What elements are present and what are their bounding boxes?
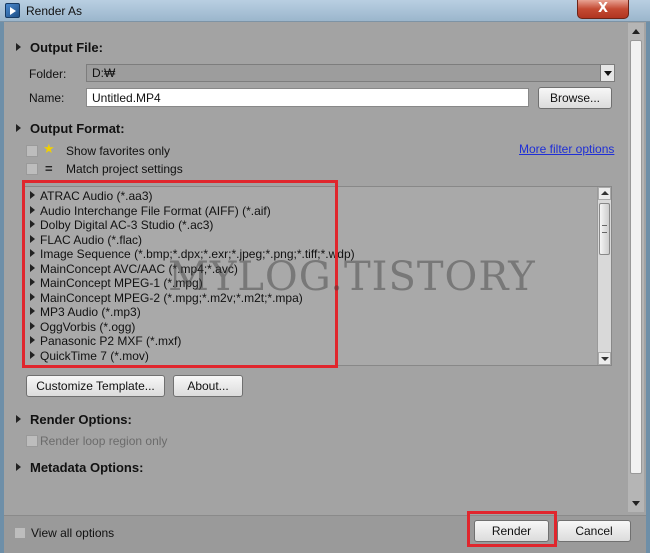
view-all-label: View all options bbox=[31, 526, 115, 540]
render-options-header-label: Render Options: bbox=[30, 412, 132, 427]
output-format-header-label: Output Format: bbox=[30, 121, 125, 136]
scroll-up-arrow-icon[interactable] bbox=[629, 24, 643, 39]
scroll-down-arrow-icon[interactable] bbox=[629, 496, 643, 511]
output-file-header[interactable]: Output File: bbox=[16, 40, 103, 55]
metadata-options-header[interactable]: Metadata Options: bbox=[16, 460, 143, 475]
folder-value: D:₩ bbox=[92, 66, 116, 80]
show-favorites-checkbox[interactable] bbox=[26, 145, 38, 157]
dialog-content: Output File: Folder: D:₩ Name: Untitled.… bbox=[10, 32, 624, 512]
triangle-right-icon bbox=[16, 415, 21, 423]
footer-bar: View all options Render Cancel bbox=[4, 511, 646, 553]
format-list-scrollbar[interactable] bbox=[597, 187, 611, 365]
triangle-right-icon bbox=[16, 124, 21, 132]
folder-combobox[interactable]: D:₩ bbox=[86, 64, 615, 82]
window-title: Render As bbox=[26, 4, 83, 18]
triangle-right-icon bbox=[16, 463, 21, 471]
about-button[interactable]: About... bbox=[173, 375, 243, 397]
scroll-thumb[interactable] bbox=[599, 203, 610, 255]
scroll-down-arrow-icon[interactable] bbox=[598, 352, 611, 365]
view-all-checkbox[interactable] bbox=[14, 527, 26, 539]
name-input[interactable]: Untitled.MP4 bbox=[86, 88, 529, 107]
output-file-header-label: Output File: bbox=[30, 40, 103, 55]
render-options-header[interactable]: Render Options: bbox=[16, 412, 132, 427]
name-input-value: Untitled.MP4 bbox=[92, 91, 161, 105]
render-as-dialog: Output File: Folder: D:₩ Name: Untitled.… bbox=[4, 22, 646, 553]
equals-icon: = bbox=[45, 161, 53, 176]
title-bar: Render As X bbox=[0, 0, 650, 22]
match-project-label: Match project settings bbox=[66, 162, 183, 176]
browse-button[interactable]: Browse... bbox=[538, 87, 612, 109]
more-filter-options-link[interactable]: More filter options bbox=[519, 142, 614, 156]
triangle-right-icon bbox=[16, 43, 21, 51]
folder-label: Folder: bbox=[29, 67, 67, 81]
highlight-annotation bbox=[467, 511, 557, 547]
render-loop-label: Render loop region only bbox=[40, 434, 168, 448]
output-format-header[interactable]: Output Format: bbox=[16, 121, 125, 136]
dialog-scrollbar[interactable] bbox=[628, 23, 644, 512]
star-icon: ★ bbox=[43, 141, 55, 156]
match-project-checkbox[interactable] bbox=[26, 163, 38, 175]
name-label: Name: bbox=[29, 91, 65, 105]
watermark: MYLOG.TISTORY bbox=[168, 254, 536, 300]
app-icon bbox=[5, 3, 20, 18]
show-favorites-label: Show favorites only bbox=[66, 144, 171, 158]
render-loop-checkbox[interactable] bbox=[26, 435, 38, 447]
metadata-options-header-label: Metadata Options: bbox=[30, 460, 144, 475]
scroll-up-arrow-icon[interactable] bbox=[598, 187, 611, 200]
close-button[interactable]: X bbox=[577, 0, 629, 19]
customize-template-button[interactable]: Customize Template... bbox=[26, 375, 165, 397]
cancel-button[interactable]: Cancel bbox=[557, 520, 631, 542]
chevron-down-icon[interactable] bbox=[600, 65, 614, 81]
scroll-thumb[interactable] bbox=[630, 40, 642, 474]
